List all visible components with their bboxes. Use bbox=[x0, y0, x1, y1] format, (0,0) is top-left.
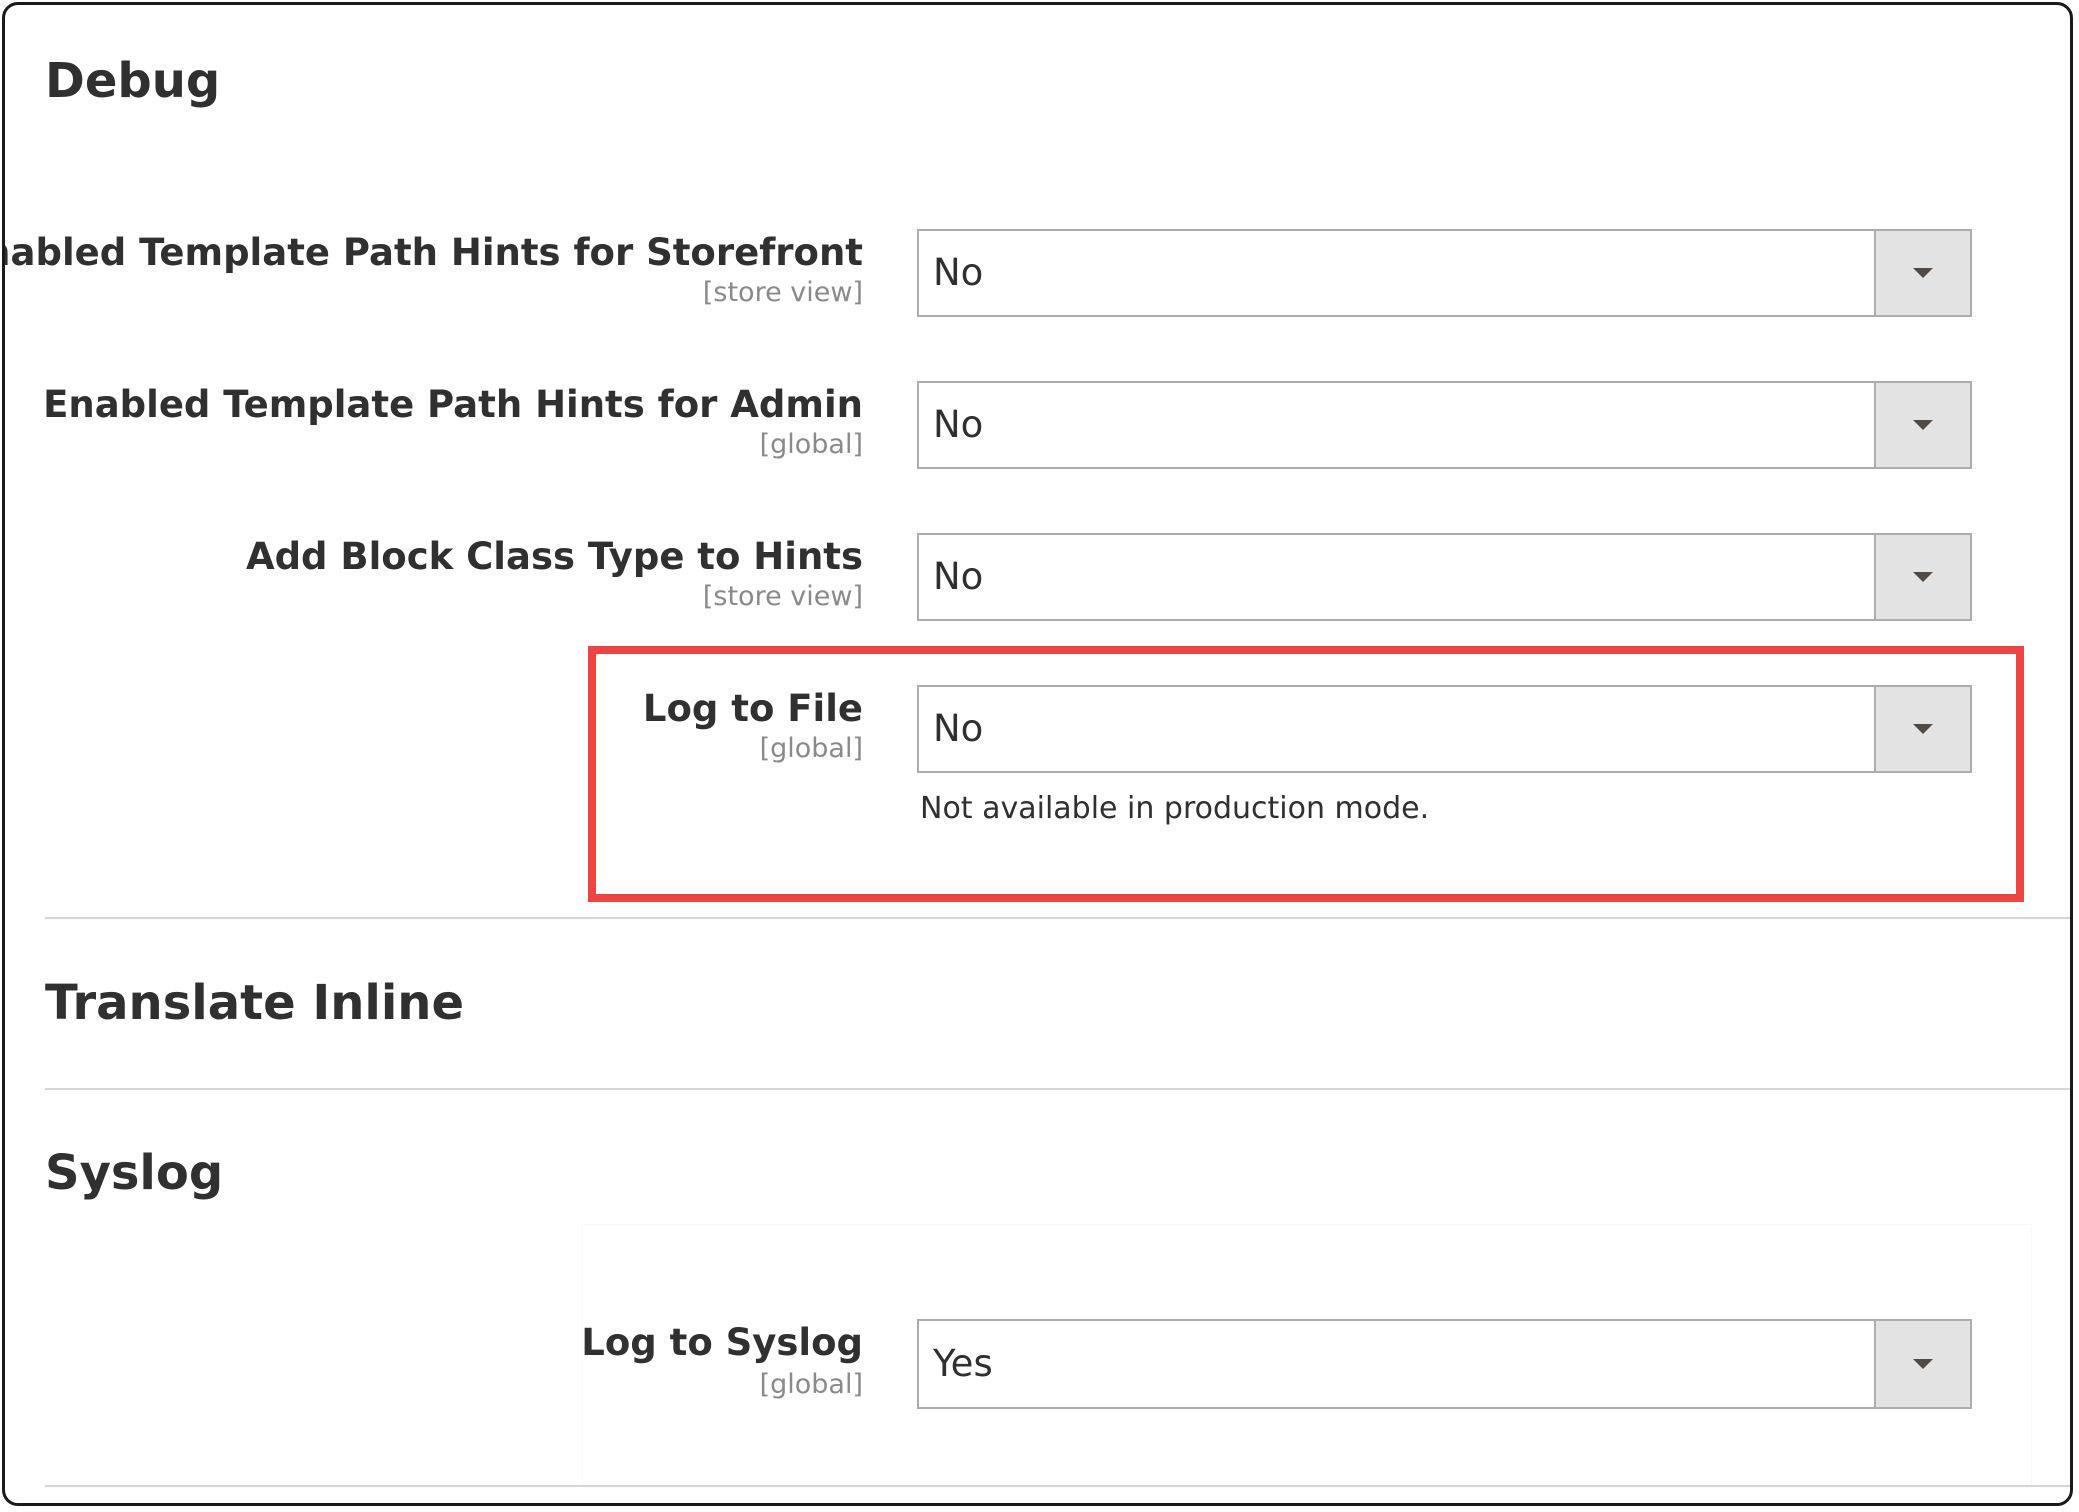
dropdown-button[interactable] bbox=[1874, 231, 1970, 315]
config-panel: Debug Enabled Template Path Hints for St… bbox=[2, 2, 2073, 1506]
highlight-box bbox=[588, 646, 2024, 902]
template-hints-storefront-select[interactable]: No bbox=[917, 229, 1972, 317]
dropdown-button[interactable] bbox=[1874, 1321, 1970, 1407]
section-divider bbox=[45, 1485, 2070, 1487]
field-label-template-hints-storefront: Enabled Template Path Hints for Storefro… bbox=[2, 231, 863, 274]
select-value: No bbox=[933, 555, 984, 598]
chevron-down-icon bbox=[1913, 572, 1933, 582]
chevron-down-icon bbox=[1913, 268, 1933, 278]
block-class-type-select[interactable]: No bbox=[917, 533, 1972, 621]
section-title-translate-inline[interactable]: Translate Inline bbox=[45, 975, 464, 1031]
select-value: No bbox=[933, 403, 984, 446]
select-value: Yes bbox=[933, 1342, 993, 1385]
chevron-down-icon bbox=[1913, 420, 1933, 430]
section-divider bbox=[45, 1088, 2070, 1090]
dropdown-button[interactable] bbox=[1874, 383, 1970, 467]
field-label-block-class-type: Add Block Class Type to Hints bbox=[245, 535, 863, 578]
section-title-debug[interactable]: Debug bbox=[45, 53, 220, 109]
chevron-down-icon bbox=[1913, 1359, 1933, 1369]
scope-label: [store view] bbox=[702, 581, 863, 612]
select-value: No bbox=[933, 251, 984, 294]
section-title-syslog[interactable]: Syslog bbox=[45, 1145, 223, 1201]
section-divider bbox=[45, 917, 2070, 919]
scope-label: [global] bbox=[759, 429, 863, 460]
template-hints-admin-select[interactable]: No bbox=[917, 381, 1972, 469]
field-label-log-to-syslog: Log to Syslog bbox=[581, 1321, 863, 1364]
field-label-template-hints-admin: Enabled Template Path Hints for Admin bbox=[43, 383, 863, 426]
scope-label: [global] bbox=[759, 1369, 863, 1400]
scope-label: [store view] bbox=[702, 277, 863, 308]
log-to-syslog-select[interactable]: Yes bbox=[917, 1319, 1972, 1409]
dropdown-button[interactable] bbox=[1874, 535, 1970, 619]
